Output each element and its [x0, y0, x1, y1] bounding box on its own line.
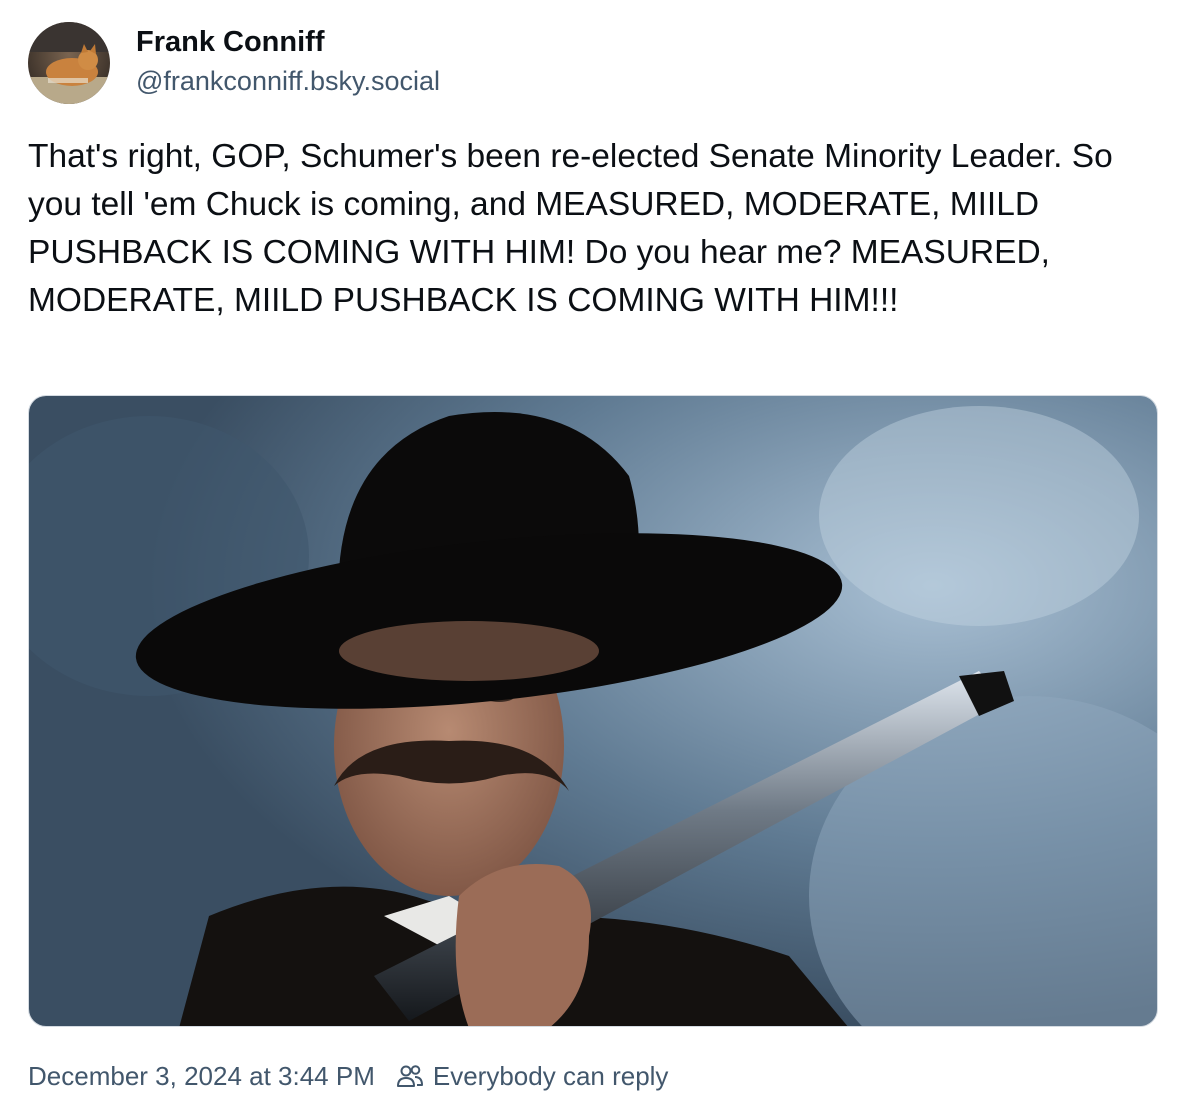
author-avatar[interactable] — [28, 22, 110, 104]
avatar-cat-photo-icon — [28, 22, 110, 104]
post-image[interactable] — [28, 395, 1158, 1027]
post-footer: December 3, 2024 at 3:44 PM Everybody ca… — [28, 1059, 668, 1093]
reply-setting-label: Everybody can reply — [432, 1061, 669, 1091]
post-header: Frank Conniff @frankconniff.bsky.social — [28, 22, 440, 104]
author-names: Frank Conniff @frankconniff.bsky.social — [136, 24, 440, 98]
embedded-photo-icon — [29, 396, 1157, 1026]
post-timestamp[interactable]: December 3, 2024 at 3:44 PM — [28, 1059, 375, 1093]
people-icon — [396, 1065, 423, 1087]
author-display-name[interactable]: Frank Conniff — [136, 24, 440, 60]
reply-setting[interactable]: Everybody can reply — [395, 1059, 669, 1093]
post-text: That's right, GOP, Schumer's been re-ele… — [28, 138, 1123, 319]
post-thread-item: Frank Conniff @frankconniff.bsky.social … — [0, 0, 1190, 1108]
author-handle[interactable]: @frankconniff.bsky.social — [136, 64, 440, 98]
